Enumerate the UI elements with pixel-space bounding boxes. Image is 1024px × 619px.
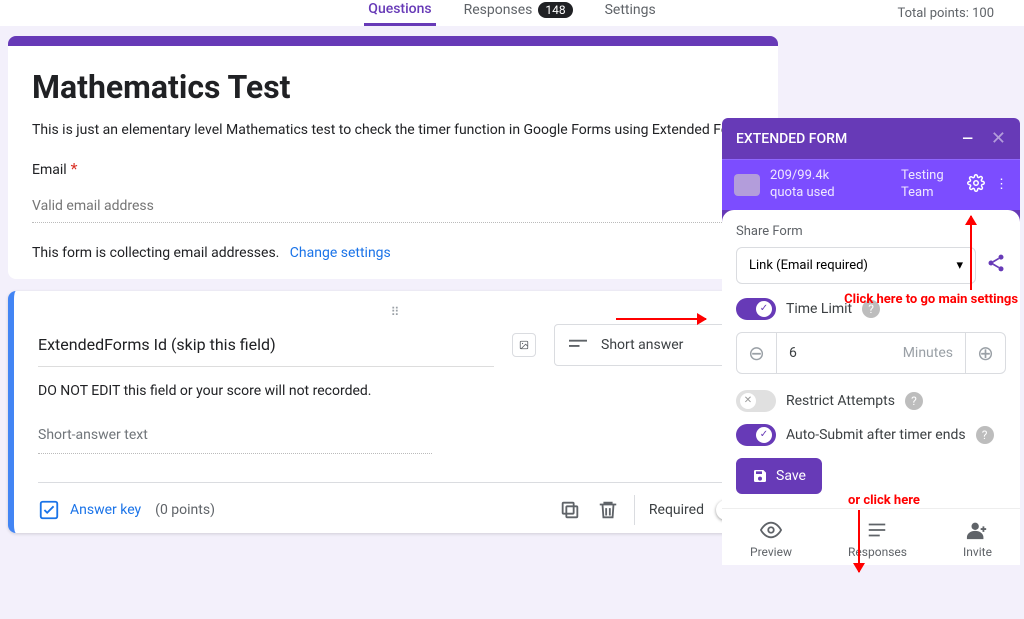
header-tabs-bar: Questions Responses 148 Settings Total p… [0, 0, 1024, 26]
panel-menu-button[interactable]: ⋮ [995, 177, 1008, 192]
invite-button[interactable]: Invite [963, 519, 992, 559]
responses-count-badge: 148 [538, 2, 572, 18]
responses-button[interactable]: Responses [848, 519, 907, 559]
help-icon[interactable]: ? [905, 392, 923, 410]
annotation-arrow [970, 216, 972, 290]
drag-handle-icon[interactable]: ⠿ [38, 305, 754, 319]
team-name: Testing Team [901, 168, 957, 202]
share-form-label: Share Form [736, 224, 1006, 239]
time-limit-label: Time Limit [786, 301, 852, 317]
trash-icon [597, 499, 619, 521]
quota-text: 209/99.4k quota used [770, 168, 860, 202]
points-label: (0 points) [155, 502, 215, 518]
change-settings-link[interactable]: Change settings [290, 245, 391, 261]
help-icon[interactable]: ? [976, 426, 994, 444]
tab-settings[interactable]: Settings [601, 2, 660, 24]
panel-title: EXTENDED FORM [736, 131, 847, 147]
close-button[interactable]: ✕ [991, 128, 1006, 149]
short-answer-icon [569, 338, 587, 352]
preview-button[interactable]: Preview [750, 519, 792, 559]
share-button[interactable] [986, 253, 1006, 277]
save-icon [752, 468, 768, 484]
email-input[interactable] [32, 190, 754, 223]
required-label: Required [649, 502, 704, 518]
image-icon [519, 335, 529, 355]
help-icon[interactable]: ? [862, 300, 880, 318]
decrement-button[interactable]: ⊖ [737, 333, 777, 373]
delete-button[interactable] [596, 498, 620, 522]
auto-submit-label: Auto-Submit after timer ends [786, 427, 966, 443]
required-asterisk: * [71, 159, 78, 178]
time-value-input[interactable]: 6 [789, 345, 797, 361]
add-image-button[interactable] [512, 333, 536, 357]
duplicate-button[interactable] [558, 498, 582, 522]
chevron-down-icon: ▾ [956, 258, 963, 273]
annotation-arrow [616, 318, 706, 320]
time-limit-toggle[interactable]: ✓ [736, 298, 776, 320]
copy-icon [559, 499, 581, 521]
eye-icon [760, 519, 782, 541]
minimize-button[interactable]: — [962, 131, 973, 147]
restrict-attempts-label: Restrict Attempts [786, 393, 895, 409]
question-card[interactable]: ⠿ ExtendedForms Id (skip this field) Sho… [8, 291, 778, 533]
tab-responses[interactable]: Responses 148 [460, 2, 577, 24]
annotation-arrow [858, 510, 860, 572]
collecting-notice: This form is collecting email addresses. [32, 245, 279, 261]
panel-footer: Preview Responses Invite [722, 508, 1020, 565]
auto-submit-toggle[interactable]: ✓ [736, 424, 776, 446]
share-form-dropdown[interactable]: Link (Email required) ▾ [736, 247, 976, 284]
restrict-attempts-toggle[interactable]: ✕ [736, 390, 776, 412]
answer-key-icon [38, 499, 60, 521]
gear-icon [967, 174, 985, 192]
list-icon [866, 519, 888, 541]
person-add-icon [966, 519, 988, 541]
answer-key-button[interactable]: Answer key [38, 499, 141, 521]
panel-app-icon [734, 174, 760, 196]
main-settings-button[interactable] [967, 174, 985, 196]
share-icon [986, 253, 1006, 273]
form-title-card: Mathematics Test This is just an element… [8, 36, 778, 279]
question-description[interactable]: DO NOT EDIT this field or your score wil… [38, 383, 754, 399]
form-description[interactable]: This is just an elementary level Mathema… [32, 120, 754, 141]
question-title-input[interactable]: ExtendedForms Id (skip this field) [38, 323, 494, 367]
time-unit: Minutes [903, 345, 953, 361]
tab-responses-label: Responses [464, 2, 533, 18]
increment-button[interactable]: ⊕ [965, 333, 1005, 373]
email-field-label: Email * [32, 159, 754, 178]
total-points: Total points: 100 [897, 6, 994, 21]
form-title[interactable]: Mathematics Test [32, 68, 754, 106]
time-value-stepper: ⊖ 6 Minutes ⊕ [736, 332, 1006, 374]
save-button[interactable]: Save [736, 458, 822, 494]
extended-form-panel: EXTENDED FORM — ✕ 209/99.4k quota used T… [722, 118, 1020, 565]
short-answer-preview: Short-answer text [38, 417, 432, 454]
tab-questions[interactable]: Questions [364, 1, 435, 26]
